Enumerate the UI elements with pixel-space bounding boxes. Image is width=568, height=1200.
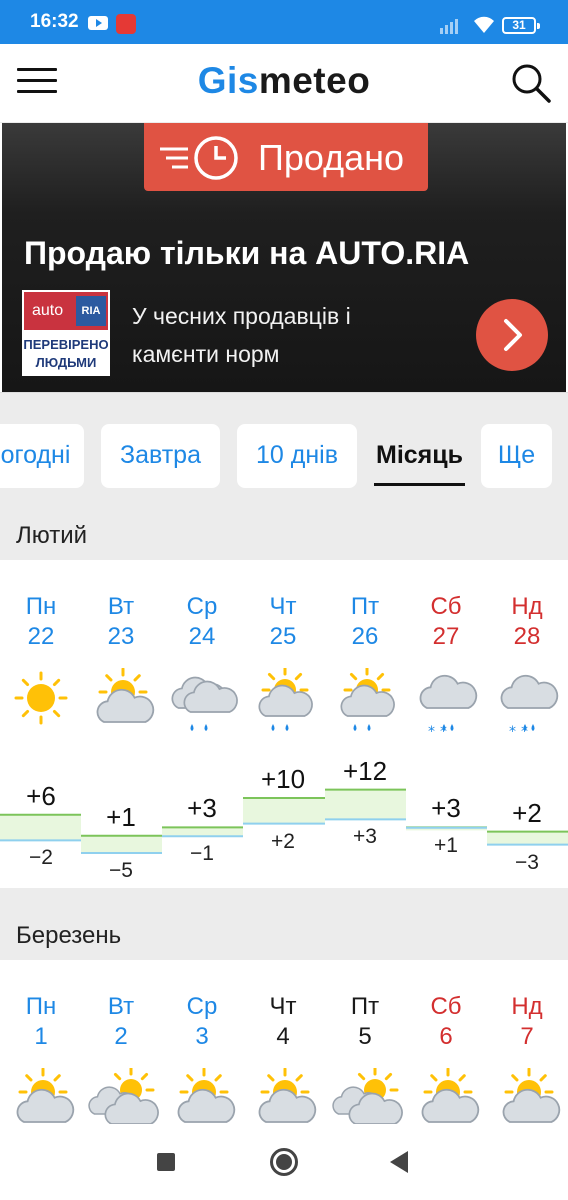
max-temp: +1	[106, 801, 136, 832]
clock-icon	[160, 136, 238, 180]
battery-icon: 31	[502, 17, 540, 34]
partly-cloudy-icon	[177, 1068, 236, 1123]
partly-cloudy-icon	[16, 1068, 75, 1123]
advertisement-banner[interactable]: Продано Продаю тільки на AUTO.RIA auto R…	[0, 123, 568, 393]
temp-band	[325, 789, 406, 820]
status-bar: 16:32 31	[0, 0, 568, 44]
ad-sold-text: Продано	[258, 137, 405, 178]
temp-band	[243, 798, 325, 824]
day-column[interactable]: Нд 7	[487, 960, 567, 1123]
recent-apps-button[interactable]	[157, 1153, 175, 1171]
day-column[interactable]: Ср 3	[162, 960, 242, 1123]
tab-today[interactable]: Сьогодні	[0, 424, 84, 488]
day-number: 3	[195, 1023, 209, 1050]
ad-title: Продаю тільки на AUTO.RIA	[24, 235, 470, 271]
max-temp: +3	[187, 793, 217, 824]
logo-part-meteo: meteo	[258, 60, 371, 101]
day-number: 7	[520, 1023, 534, 1050]
day-number: 6	[439, 1023, 453, 1050]
ad-brand-logo: auto RIA ПЕРЕВІРЕНО ЛЮДЬМИ	[22, 290, 110, 376]
app-notification-icon	[116, 14, 136, 34]
month-title: Березень	[16, 922, 122, 949]
max-temp: +6	[26, 780, 56, 811]
day-number: 5	[358, 1023, 372, 1050]
partly-cloudy-icon	[502, 1068, 561, 1123]
tab-month[interactable]: Місяць	[374, 424, 465, 488]
day-name: Пт	[350, 993, 380, 1020]
min-temp: +3	[353, 825, 377, 849]
youtube-notification-icon	[88, 16, 108, 30]
back-button[interactable]	[390, 1151, 408, 1173]
ad-logo-auto: auto	[32, 302, 64, 319]
tab-more[interactable]: Ще	[481, 424, 552, 488]
tab-tomorrow[interactable]: Завтра	[101, 424, 220, 488]
min-temp: −1	[190, 842, 214, 866]
chevron-right-icon	[504, 319, 522, 351]
ad-logo-line1: ПЕРЕВІРЕНО	[23, 337, 109, 352]
temp-band	[81, 835, 162, 853]
status-time: 16:32	[30, 11, 79, 32]
day-number: 2	[114, 1023, 128, 1050]
logo-part-gis: Gis	[197, 60, 259, 101]
tab-10-days[interactable]: 10 днів	[237, 424, 357, 488]
search-icon[interactable]	[510, 62, 552, 104]
cloudy-sun-icon	[88, 1068, 159, 1124]
app-header: Gismeteo	[0, 44, 568, 122]
cloudy-sun-icon	[332, 1068, 403, 1124]
day-column[interactable]: Пн 1	[1, 960, 81, 1123]
day-column[interactable]: Пт 5	[325, 960, 405, 1124]
partly-cloudy-icon	[421, 1068, 480, 1123]
month-card-march: Пн 1 Вт 2 Ср 3 Чт 4 Пт 5 Сб 6 Нд 7	[0, 960, 568, 1124]
system-nav-bar	[0, 1124, 568, 1200]
day-number: 4	[276, 1023, 290, 1050]
max-temp: +2	[512, 797, 542, 828]
ad-logo-ria: RIA	[76, 296, 106, 326]
day-number: 1	[34, 1023, 48, 1050]
day-name: Ср	[186, 993, 218, 1020]
month-title: Лютий	[16, 522, 88, 549]
ad-background: Продано Продаю тільки на AUTO.RIA auto R…	[2, 123, 566, 392]
home-button[interactable]	[270, 1148, 298, 1176]
ad-sold-badge: Продано	[144, 123, 428, 191]
min-temp: +1	[434, 833, 458, 857]
forecast-tabs: Сьогодні Завтра 10 днів Місяць Ще	[0, 424, 568, 488]
day-name: Вт	[107, 993, 135, 1020]
min-temp: +2	[271, 829, 295, 853]
max-temp: +3	[431, 793, 461, 824]
temp-band	[162, 827, 243, 837]
max-temp: +10	[260, 764, 306, 794]
day-column[interactable]: Чт 4	[243, 960, 323, 1123]
day-name: Нд	[511, 993, 543, 1020]
day-name: Сб	[430, 993, 462, 1020]
min-temp: −3	[515, 850, 539, 874]
signal-icon	[440, 19, 458, 34]
temp-band	[0, 814, 81, 841]
ad-open-button[interactable]	[476, 299, 548, 371]
ad-logo-line2: ЛЮДЬМИ	[35, 355, 97, 370]
day-column[interactable]: Сб 6	[406, 960, 486, 1123]
partly-cloudy-icon	[258, 1068, 317, 1123]
ad-text: У чесних продавців і камєнти норм	[132, 303, 351, 367]
min-temp: −2	[29, 846, 53, 870]
wifi-icon	[474, 16, 494, 33]
min-temp: −5	[109, 859, 133, 882]
max-temp: +12	[342, 755, 388, 786]
day-column[interactable]: Вт 2	[81, 960, 161, 1124]
logo[interactable]: Gismeteo	[0, 60, 568, 102]
day-name: Чт	[269, 993, 297, 1020]
temp-band	[487, 831, 568, 845]
day-name: Пн	[25, 993, 57, 1020]
month-card-february: Пн 22 Вт 23 Ср 24 Чт 25 Пт 26 Сб 27 * * Нд 28 * * +6 −2 +1 −5…	[0, 560, 568, 888]
